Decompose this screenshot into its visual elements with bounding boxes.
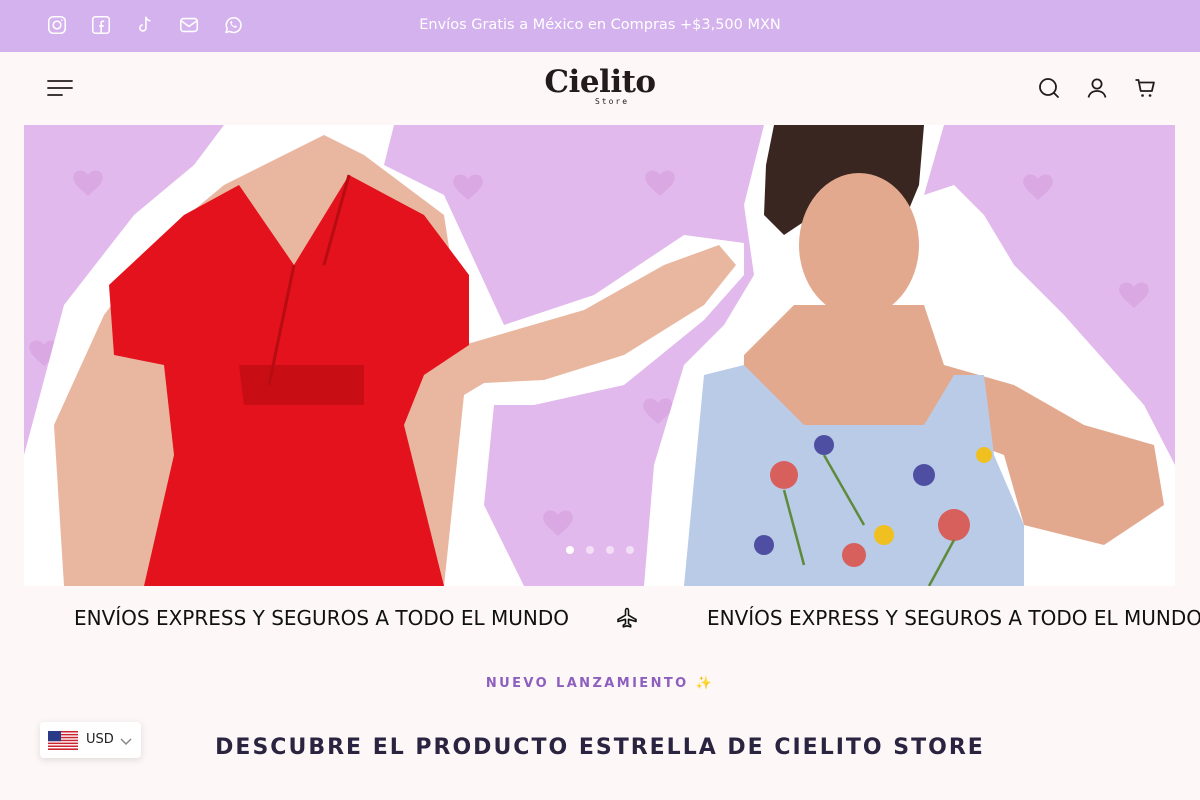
section-eyebrow: NUEVO LANZAMIENTO ✨ — [485, 676, 715, 691]
site-header: Cielito Store — [0, 52, 1200, 125]
airplane-icon — [615, 606, 639, 630]
currency-code: USD — [86, 732, 114, 747]
slider-dot-2[interactable] — [586, 546, 594, 554]
slider-dot-4[interactable] — [626, 546, 634, 554]
slider-dot-1[interactable] — [566, 546, 574, 554]
menu-icon[interactable] — [46, 76, 74, 100]
slider-dots — [566, 546, 634, 554]
hero-image — [24, 125, 1175, 586]
marquee-text: ENVÍOS EXPRESS Y SEGUROS A TODO EL MUNDO — [707, 606, 1200, 630]
announcement-text: Envíos Gratis a México en Compras +$3,50… — [419, 17, 781, 33]
announcement-bar: Envíos Gratis a México en Compras +$3,50… — [0, 0, 1200, 52]
chevron-down-icon — [119, 733, 133, 747]
header-actions — [1038, 76, 1156, 100]
search-icon[interactable] — [1038, 76, 1060, 100]
shipping-marquee: ENVÍOS EXPRESS Y SEGUROS A TODO EL MUNDO… — [0, 596, 1200, 642]
slider-dot-3[interactable] — [606, 546, 614, 554]
section-title: DESCUBRE EL PRODUCTO ESTRELLA DE CIELITO… — [215, 735, 985, 760]
hero-banner[interactable] — [24, 125, 1175, 586]
cart-icon[interactable] — [1134, 76, 1156, 100]
logo-wordmark: Cielito — [544, 64, 656, 100]
us-flag-icon — [48, 731, 78, 750]
marquee-text: ENVÍOS EXPRESS Y SEGUROS A TODO EL MUNDO — [74, 606, 570, 630]
currency-selector[interactable]: USD — [40, 722, 141, 758]
account-icon[interactable] — [1086, 76, 1108, 100]
logo[interactable]: Cielito Store — [540, 66, 660, 114]
